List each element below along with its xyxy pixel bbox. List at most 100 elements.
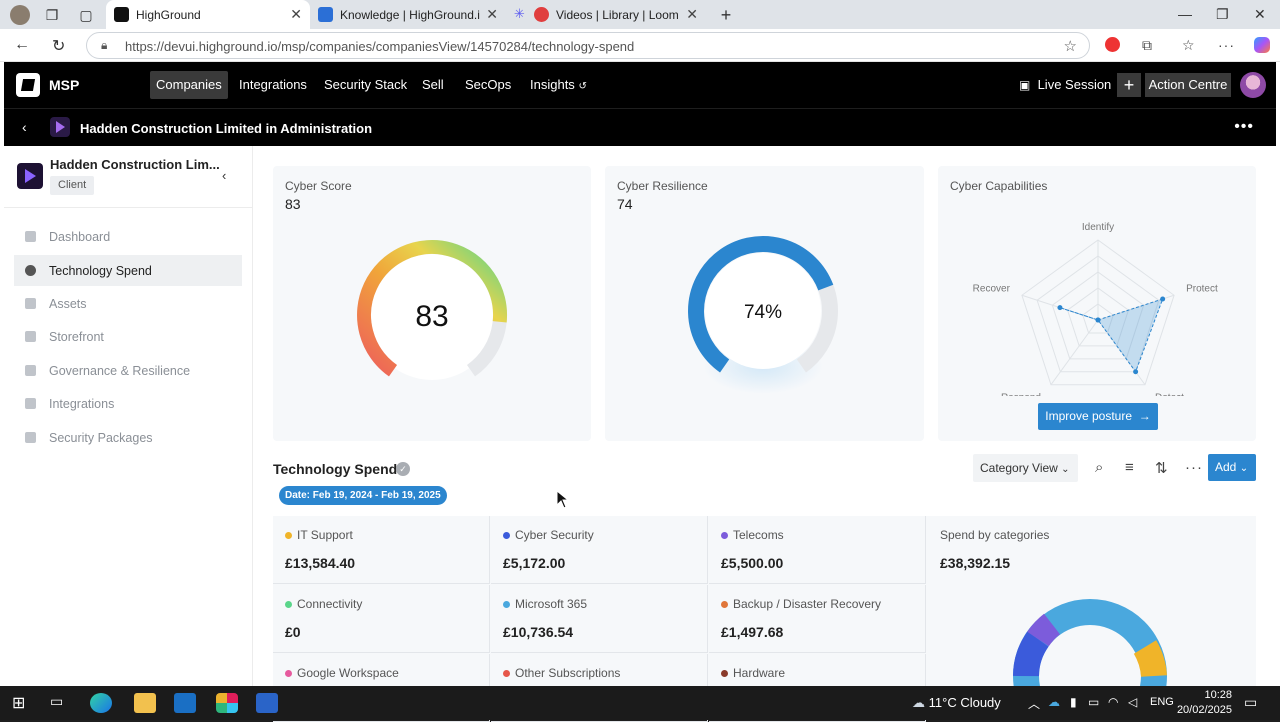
category-value: £10,736.54 — [503, 624, 574, 640]
radar-point-protect — [1160, 296, 1166, 302]
favorite-star-icon[interactable]: ☆ — [1064, 37, 1077, 55]
close-tab-icon[interactable]: ✕ — [290, 6, 302, 23]
more-icon[interactable]: ··· — [1185, 459, 1203, 476]
new-tab-icon[interactable]: + — [716, 5, 736, 25]
minimize-icon[interactable]: — — [1178, 6, 1192, 22]
sidebar-item-assets[interactable]: Assets — [14, 288, 242, 319]
task-view-icon[interactable]: ▭ — [50, 693, 72, 713]
copilot-icon[interactable] — [1254, 37, 1270, 53]
chevron-left-icon[interactable]: ‹ — [22, 119, 27, 135]
date-range-filter[interactable]: Date: Feb 19, 2024 - Feb 19, 2025 — [279, 486, 447, 505]
url-field[interactable]: 🔒︎ https://devui.highground.io/msp/compa… — [86, 32, 1090, 59]
capabilities-radar-chart: Identify Protect Detect Respond Recover — [973, 222, 1218, 396]
chevron-down-icon: ⌄ — [1239, 463, 1249, 474]
sidebar-item-label: Technology Spend — [49, 264, 152, 278]
app-logo-icon[interactable] — [16, 73, 40, 97]
tab-actions-icon[interactable]: ▢ — [76, 5, 96, 25]
extensions-puzzle-icon[interactable]: ⧉ — [1142, 37, 1152, 54]
sidebar-item-technology-spend[interactable]: Technology Spend — [14, 255, 242, 286]
refresh-icon[interactable]: ↻ — [52, 36, 65, 56]
category-connectivity[interactable]: Connectivity £0 — [273, 585, 490, 653]
add-icon[interactable]: + — [1117, 73, 1141, 97]
extension-icon[interactable] — [1105, 37, 1120, 52]
edge-browser-icon[interactable] — [90, 693, 112, 713]
radar-label-protect: Protect — [1186, 283, 1218, 294]
live-session-button[interactable]: ▣ Live Session — [1019, 77, 1111, 92]
battery-icon[interactable]: ▭ — [1088, 695, 1099, 709]
notifications-icon[interactable]: ▭ — [1244, 694, 1257, 711]
category-name: IT Support — [297, 528, 353, 542]
category-cyber-security[interactable]: Cyber Security £5,172.00 — [491, 516, 708, 584]
app-v-icon[interactable] — [256, 693, 278, 713]
cyber-capabilities-card: Cyber Capabilities IdentifyProtectDetect… — [938, 166, 1256, 441]
browser-window: ❐ ▢ HighGround ✕ Knowledge | HighGround.… — [0, 0, 1280, 722]
sidebar-item-integrations[interactable]: Integrations — [14, 388, 242, 419]
category-telecoms[interactable]: Telecoms £5,500.00 — [709, 516, 926, 584]
windows-start-icon[interactable]: ⊞ — [12, 693, 34, 713]
collapse-sidebar-icon[interactable]: ‹ — [222, 168, 226, 183]
slack-icon[interactable] — [216, 693, 238, 713]
improve-posture-button[interactable]: Improve posture → — [1038, 403, 1158, 430]
close-tab-icon[interactable]: ✕ — [486, 6, 498, 23]
tray-overflow-icon[interactable]: ︿ — [1028, 695, 1040, 712]
sidebar-item-storefront[interactable]: Storefront — [14, 321, 242, 352]
nav-sell[interactable]: Sell — [416, 71, 450, 99]
clock-time[interactable]: 10:28 — [1180, 689, 1232, 701]
search-icon[interactable]: ⌕ — [1095, 459, 1103, 476]
dashboard-icon — [25, 231, 36, 242]
sidebar-item-security-packages[interactable]: Security Packages — [14, 422, 242, 453]
mouse-cursor-icon — [556, 490, 570, 509]
microphone-icon[interactable]: ▮ — [1070, 695, 1077, 709]
category-view-dropdown[interactable]: Category View ⌄ — [973, 454, 1078, 482]
add-button[interactable]: Add ⌄ — [1208, 454, 1256, 481]
sidebar-item-dashboard[interactable]: Dashboard — [14, 221, 242, 252]
back-arrow-icon[interactable]: ← — [14, 36, 30, 54]
category-it-support[interactable]: IT Support £13,584.40 — [273, 516, 490, 584]
coin-icon — [25, 265, 36, 276]
volume-icon[interactable]: ◁ — [1128, 695, 1137, 709]
sidebar-item-governance[interactable]: Governance & Resilience — [14, 355, 242, 386]
weather-widget[interactable]: ☁ 11°C Cloudy — [912, 695, 1001, 711]
menu-dots-icon[interactable]: ··· — [1218, 37, 1235, 53]
cyber-resilience-card: Cyber Resilience 74 74% — [605, 166, 924, 441]
clock-date[interactable]: 20/02/2025 — [1174, 704, 1232, 716]
nav-integrations[interactable]: Integrations — [233, 71, 313, 99]
nav-companies[interactable]: Companies — [150, 71, 228, 99]
integrations-icon — [25, 398, 36, 409]
category-name: Other Subscriptions — [515, 666, 621, 680]
brand-label: MSP — [49, 77, 80, 93]
category-backup-dr[interactable]: Backup / Disaster Recovery £1,497.68 — [709, 585, 926, 653]
maximize-icon[interactable]: ❐ — [1216, 6, 1229, 23]
tab-loom[interactable]: ✳ Videos | Library | Loom ✕ — [508, 0, 706, 29]
company-logo-icon — [17, 163, 43, 189]
category-dot — [285, 532, 292, 539]
spend-grid: IT Support £13,584.40 Cyber Security £5,17… — [273, 516, 1256, 722]
assets-icon — [25, 298, 36, 309]
user-avatar[interactable] — [1240, 72, 1266, 98]
close-window-icon[interactable]: ✕ — [1254, 6, 1266, 23]
nav-secops[interactable]: SecOps — [459, 71, 517, 99]
favorites-icon[interactable]: ☆ — [1182, 37, 1195, 54]
company-header: ‹ Hadden Construction Limited in Adminis… — [4, 108, 1276, 146]
workspaces-icon[interactable]: ❐ — [42, 5, 62, 25]
file-explorer-icon[interactable] — [134, 693, 156, 713]
onedrive-icon[interactable]: ☁ — [1048, 695, 1060, 709]
action-centre-button[interactable]: Action Centre — [1145, 73, 1231, 97]
language-indicator[interactable]: ENG — [1150, 696, 1174, 708]
nav-security-stack[interactable]: Security Stack — [318, 71, 413, 99]
more-options-icon[interactable]: ••• — [1234, 118, 1254, 136]
live-session-label: Live Session — [1037, 77, 1112, 92]
profile-avatar-icon[interactable] — [10, 5, 30, 25]
category-microsoft-365[interactable]: Microsoft 365 £10,736.54 — [491, 585, 708, 653]
sort-icon[interactable]: ⇅ — [1155, 459, 1168, 477]
filter-icon[interactable]: ≡ — [1125, 459, 1134, 476]
category-value: £5,500.00 — [721, 555, 784, 571]
close-tab-icon[interactable]: ✕ — [686, 6, 698, 23]
wifi-icon[interactable]: ◠ — [1108, 695, 1118, 709]
nav-insights[interactable]: Insights ↺ — [524, 71, 593, 99]
tab-highground[interactable]: HighGround ✕ — [106, 0, 310, 29]
category-name: Connectivity — [297, 597, 363, 611]
category-dot — [285, 601, 292, 608]
outlook-icon[interactable] — [174, 693, 196, 713]
tab-knowledge[interactable]: Knowledge | HighGround.io | Inte ✕ — [310, 0, 506, 29]
